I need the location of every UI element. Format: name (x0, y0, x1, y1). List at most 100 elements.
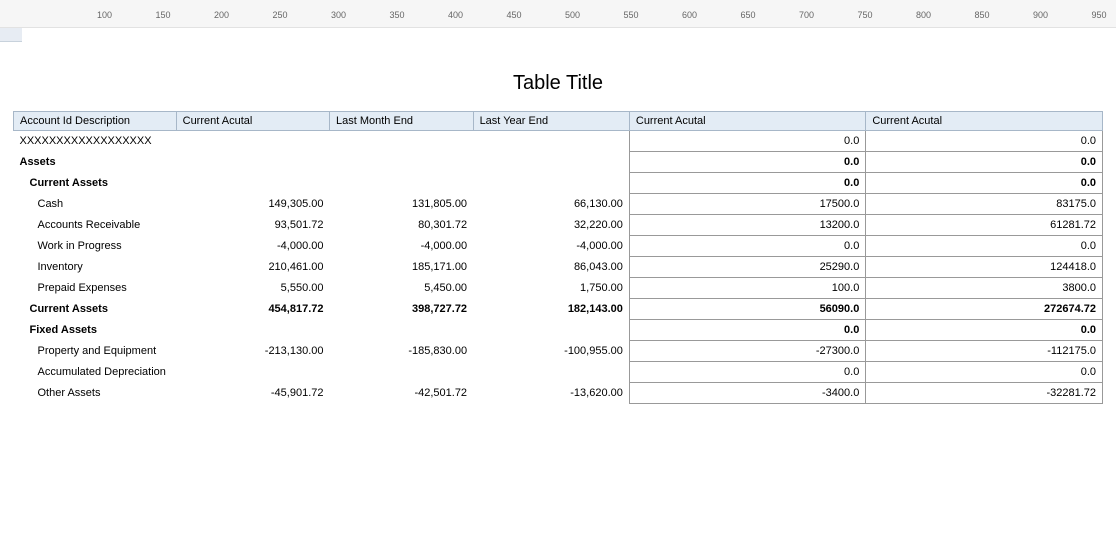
cell-extra2: 0.0 (866, 173, 1103, 194)
cube-icon (740, 4, 756, 20)
header-row: Account Id Description Current Acutal La… (14, 112, 1103, 131)
cell-current (176, 131, 329, 152)
toolbar-item-total-pages[interactable]: Total Pages (460, 4, 537, 20)
cell-desc: Inventory (14, 257, 177, 278)
cell-lastmonth (330, 131, 474, 152)
table-row[interactable]: Inventory210,461.00185,171.0086,043.0025… (14, 257, 1103, 278)
cell-lastyear: 86,043.00 (473, 257, 629, 278)
table-row[interactable]: Cash149,305.00131,805.0066,130.0017500.0… (14, 194, 1103, 215)
toolbar-label: Gauge (223, 6, 256, 18)
report-table: Account Id Description Current Acutal La… (13, 111, 1103, 404)
table-row[interactable]: Prepaid Expenses5,550.005,450.001,750.00… (14, 278, 1103, 299)
cell-desc: Accumulated Depreciation (14, 362, 177, 383)
text-icon: abc (98, 4, 114, 20)
cell-lastyear (473, 131, 629, 152)
cell-extra1: 0.0 (629, 152, 865, 173)
col-header-extra2[interactable]: Current Acutal (866, 112, 1103, 131)
cell-current: 210,461.00 (176, 257, 329, 278)
cell-current: 93,501.72 (176, 215, 329, 236)
cell-current: -45,901.72 (176, 383, 329, 404)
toolbar-item-image[interactable]: Image (280, 4, 331, 20)
col-header-lastmonth[interactable]: Last Month End (330, 112, 474, 131)
cell-extra1: 100.0 (629, 278, 865, 299)
table-row[interactable]: XXXXXXXXXXXXXXXXXX 0.00.0 (14, 131, 1103, 152)
cell-extra2: 83175.0 (866, 194, 1103, 215)
cell-extra2: 272674.72 (866, 299, 1103, 320)
cell-lastyear (473, 173, 629, 194)
table-row[interactable]: Current Assets 0.00.0 (14, 173, 1103, 194)
cell-lastyear: 1,750.00 (473, 278, 629, 299)
cell-lastmonth: -42,501.72 (330, 383, 474, 404)
cell-extra1: 13200.0 (629, 215, 865, 236)
cell-extra2: 124418.0 (866, 257, 1103, 278)
table-row[interactable]: Assets0.00.0 (14, 152, 1103, 173)
table-row[interactable]: Fixed Assets 0.00.0 (14, 320, 1103, 341)
cube-icon (960, 4, 976, 20)
toolbar-item-text-item[interactable]: abcText Item (98, 4, 163, 20)
cell-desc: Fixed Assets (14, 320, 177, 341)
toolbar-item-gauge[interactable]: Gauge (203, 4, 256, 20)
cell-extra2: 0.0 (866, 131, 1103, 152)
cell-extra2: -32281.72 (866, 383, 1103, 404)
toolbar-item-line-chart-color-colum[interactable]: Line Chart Color Colum (740, 4, 875, 20)
toolbar-label: Line Chart (980, 6, 1031, 18)
cell-current: 454,817.72 (176, 299, 329, 320)
cell-extra1: 0.0 (629, 362, 865, 383)
cube-icon (1070, 4, 1086, 20)
cell-current (176, 173, 329, 194)
table-row[interactable]: Accumulated Depreciation 0.00.0 (14, 362, 1103, 383)
table-row[interactable]: Work in Progress-4,000.00-4,000.00-4,000… (14, 236, 1103, 257)
cell-extra1: 25290.0 (629, 257, 865, 278)
cell-lastmonth: 398,727.72 (330, 299, 474, 320)
section-icon (0, 4, 16, 20)
cell-extra2: 0.0 (866, 152, 1103, 173)
cell-desc: Accounts Receivable (14, 215, 177, 236)
cell-lastyear: 32,220.00 (473, 215, 629, 236)
cell-lastyear (473, 362, 629, 383)
cell-current: -213,130.00 (176, 341, 329, 362)
cell-desc: Current Assets (14, 173, 177, 194)
cell-extra1: 0.0 (629, 131, 865, 152)
cell-extra2: 0.0 (866, 236, 1103, 257)
cell-lastyear (473, 320, 629, 341)
cell-desc: Property and Equipment (14, 341, 177, 362)
cell-desc: Current Assets (14, 299, 177, 320)
toolbar-label: D (1090, 6, 1098, 18)
cell-current (176, 152, 329, 173)
toolbar-label: ating Section (20, 6, 84, 18)
toolbar: ating Section abcText Item Gauge Image Total… (0, 0, 1116, 28)
col-header-desc[interactable]: Account Id Description (14, 112, 177, 131)
cell-extra1: 0.0 (629, 173, 865, 194)
cell-extra1: 17500.0 (629, 194, 865, 215)
cell-desc: Other Assets (14, 383, 177, 404)
ruler-stub (0, 28, 22, 42)
cell-extra2: -112175.0 (866, 341, 1103, 362)
cell-extra1: 0.0 (629, 320, 865, 341)
cell-desc: XXXXXXXXXXXXXXXXXX (14, 131, 177, 152)
cell-extra2: 3800.0 (866, 278, 1103, 299)
cell-desc: Cash (14, 194, 177, 215)
cell-lastyear (473, 152, 629, 173)
table-row[interactable]: Current Assets454,817.72398,727.72182,14… (14, 299, 1103, 320)
cell-current: 149,305.00 (176, 194, 329, 215)
cell-lastmonth (330, 320, 474, 341)
toolbar-item-line-chart[interactable]: Line Chart (960, 4, 1031, 20)
cell-lastmonth: 80,301.72 (330, 215, 474, 236)
cell-extra2: 0.0 (866, 320, 1103, 341)
cell-current: 5,550.00 (176, 278, 329, 299)
cell-lastmonth: -4,000.00 (330, 236, 474, 257)
toolbar-label: Image (300, 6, 331, 18)
table-row[interactable]: Property and Equipment-213,130.00-185,83… (14, 341, 1103, 362)
toolbar-item-ating-section[interactable]: ating Section (0, 4, 84, 20)
col-header-lastyear[interactable]: Last Year End (473, 112, 629, 131)
col-header-current[interactable]: Current Acutal (176, 112, 329, 131)
cell-desc: Prepaid Expenses (14, 278, 177, 299)
cell-lastmonth: 131,805.00 (330, 194, 474, 215)
toolbar-item-d[interactable]: D (1070, 4, 1098, 20)
table-row[interactable]: Accounts Receivable93,501.7280,301.7232,… (14, 215, 1103, 236)
svg-text:abc: abc (101, 10, 113, 17)
table-row[interactable]: Other Assets-45,901.72-42,501.72-13,620.… (14, 383, 1103, 404)
col-header-extra1[interactable]: Current Acutal (629, 112, 865, 131)
cell-extra2: 0.0 (866, 362, 1103, 383)
cell-extra1: 56090.0 (629, 299, 865, 320)
